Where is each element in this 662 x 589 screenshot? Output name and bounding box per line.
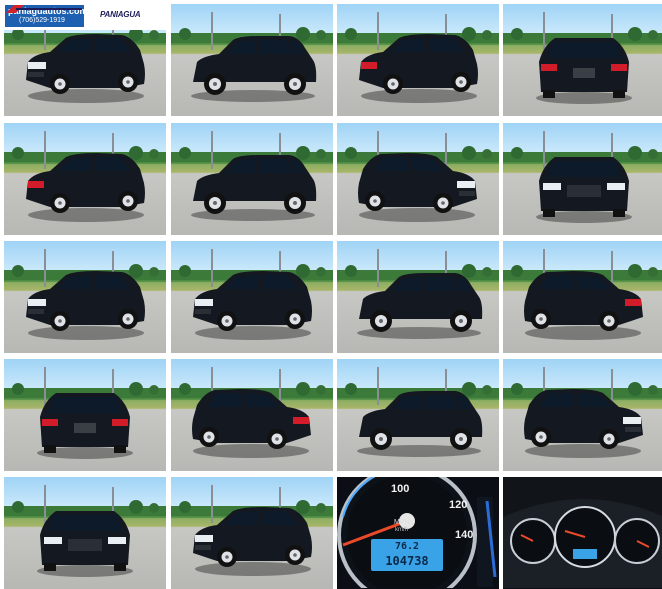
gallery-photo-8[interactable]: [503, 123, 662, 235]
vehicle-photo-rear-left: [337, 12, 499, 103]
vehicle-photo-side-left: [337, 249, 499, 339]
trip-reading: 76.2: [394, 541, 420, 552]
dial-label-140: 140: [455, 529, 474, 541]
dealer-logo-overlay: paniaguautos.com (706)529-1919 PANIAGUA: [4, 4, 166, 30]
gallery-photo-11[interactable]: [337, 241, 499, 353]
dealer-brand-logo: [6, 5, 82, 13]
gallery-photo-16[interactable]: [503, 359, 662, 471]
photo-gallery: paniaguautos.com (706)529-1919 PANIAGUA: [4, 4, 662, 589]
gallery-photo-14[interactable]: [171, 359, 333, 471]
gallery-photo-3[interactable]: [337, 4, 499, 116]
dealer-phone: (706)529-1919: [19, 17, 65, 24]
vehicle-photo-front-left: [171, 249, 333, 340]
mph-label: MPH: [394, 519, 410, 526]
vehicle-photo-front: [4, 485, 166, 577]
gallery-photo-5[interactable]: [4, 123, 166, 235]
gallery-photo-17[interactable]: [4, 477, 166, 589]
odometer-display: 76.2 104738: [371, 539, 443, 571]
gallery-photo-7[interactable]: [337, 123, 499, 235]
gallery-photo-10[interactable]: [171, 241, 333, 353]
vehicle-photo-side-left: [171, 131, 333, 221]
gallery-photo-6[interactable]: [171, 123, 333, 235]
gallery-photo-9[interactable]: [4, 241, 166, 353]
instrument-cluster-graphic: [503, 477, 662, 588]
vehicle-photo-front-right: [337, 131, 499, 222]
dial-label-100: 100: [391, 483, 410, 495]
gallery-photo-4[interactable]: [503, 4, 662, 116]
gallery-photo-19[interactable]: MPH km/h 76.2 104738 100 120 140: [337, 477, 499, 589]
gallery-photo-18[interactable]: [171, 477, 333, 589]
vehicle-photo-front-left: [171, 485, 333, 576]
vehicle-photo-front-left: [4, 249, 166, 340]
kmh-label: km/h: [395, 527, 409, 533]
vehicle-photo-rear: [503, 12, 662, 104]
vehicle-photo-front-right: [503, 367, 662, 458]
vehicle-photo-rear: [4, 367, 166, 459]
gallery-photo-20[interactable]: [503, 477, 662, 589]
speedometer-dial: [337, 477, 497, 588]
vehicle-photo-rear-right: [171, 367, 333, 458]
vehicle-photo-rear-right: [503, 249, 662, 340]
gallery-photo-1[interactable]: paniaguautos.com (706)529-1919 PANIAGUA: [4, 4, 166, 116]
gallery-photo-2[interactable]: [171, 4, 333, 116]
vehicle-photo-rear-left: [4, 131, 166, 222]
vehicle-photo-front: [503, 131, 662, 223]
gallery-photo-13[interactable]: [4, 359, 166, 471]
dealer-brand-text: PANIAGUA: [100, 10, 141, 19]
vehicle-photo-side-left: [171, 12, 333, 102]
dial-label-120: 120: [449, 499, 468, 511]
vehicle-photo-side-left: [337, 367, 499, 457]
odometer-reading: 104738: [385, 554, 429, 568]
gallery-photo-12[interactable]: [503, 241, 662, 353]
gallery-photo-15[interactable]: [337, 359, 499, 471]
